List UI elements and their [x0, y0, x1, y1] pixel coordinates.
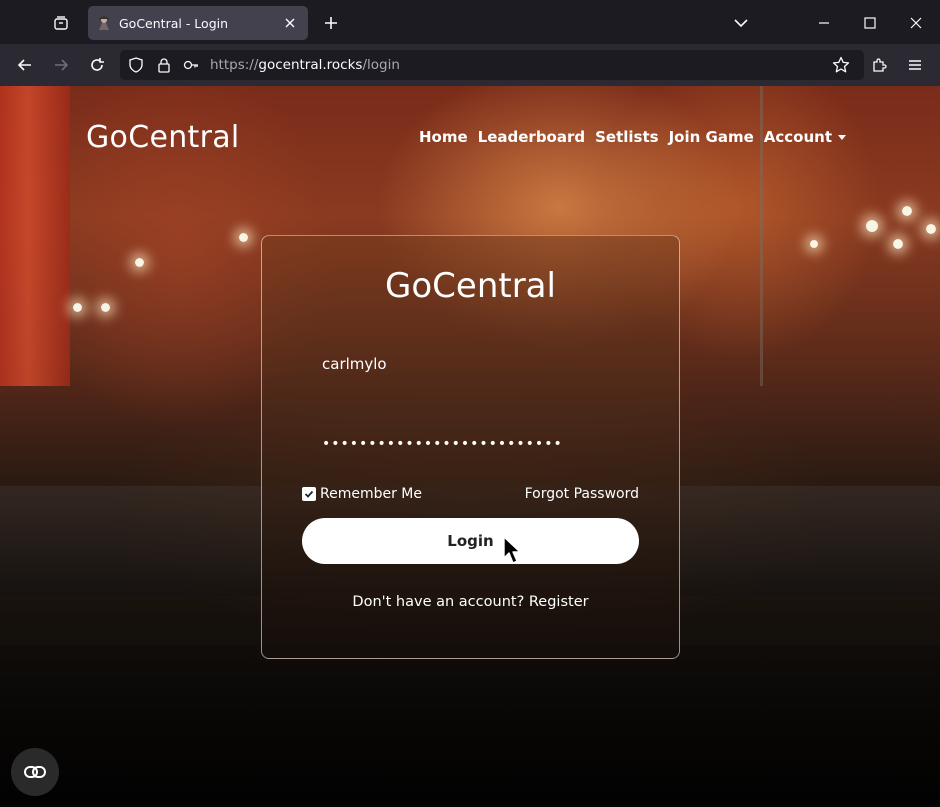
remember-label: Remember Me	[320, 486, 422, 502]
chevron-down-icon[interactable]	[728, 10, 754, 36]
background-curtain	[0, 86, 70, 386]
forgot-password-link[interactable]: Forgot Password	[525, 486, 639, 502]
arrow-right-icon[interactable]	[47, 51, 75, 79]
close-icon[interactable]	[903, 10, 929, 36]
floating-link-button[interactable]	[11, 748, 59, 796]
url-bar[interactable]: https://gocentral.rocks/login	[120, 50, 864, 80]
browser-titlebar: GoCentral - Login	[0, 0, 940, 44]
stage-light	[866, 220, 878, 232]
link-icon	[24, 766, 46, 778]
remember-me[interactable]: Remember Me	[302, 486, 422, 502]
username-input[interactable]	[302, 344, 640, 384]
password-input[interactable]	[302, 424, 640, 464]
tab-list-icon[interactable]	[46, 8, 76, 38]
nav-join-game[interactable]: Join Game	[669, 128, 754, 146]
url-text: https://gocentral.rocks/login	[210, 57, 400, 73]
star-icon[interactable]	[832, 56, 850, 74]
remember-checkbox[interactable]	[302, 487, 316, 501]
nav-account-label: Account	[763, 128, 832, 146]
page-viewport: GoCentral Home Leaderboard Setlists Join…	[0, 86, 940, 807]
stage-light	[926, 224, 936, 234]
background-crowd	[0, 646, 940, 807]
stage-light	[810, 240, 818, 248]
login-card: GoCentral Remember Me Forgot Password Lo…	[261, 235, 680, 659]
mouse-cursor-icon	[503, 536, 521, 564]
browser-tab[interactable]: GoCentral - Login	[88, 6, 308, 40]
login-title: GoCentral	[385, 266, 556, 306]
guitarist-favicon-icon	[96, 15, 112, 31]
site-logo[interactable]: GoCentral	[86, 120, 240, 155]
browser-toolbar: https://gocentral.rocks/login	[0, 44, 940, 86]
checkmark-icon	[304, 490, 314, 498]
login-button[interactable]: Login	[302, 518, 639, 564]
puzzle-icon[interactable]	[865, 51, 893, 79]
stage-light	[902, 206, 912, 216]
nav-account[interactable]: Account	[764, 128, 846, 146]
arrow-left-icon[interactable]	[11, 51, 39, 79]
tab-title: GoCentral - Login	[119, 15, 229, 31]
main-nav: Home Leaderboard Setlists Join Game Acco…	[419, 128, 846, 146]
lock-icon[interactable]	[156, 57, 172, 73]
stage-light	[239, 233, 248, 242]
plus-icon[interactable]	[318, 10, 344, 36]
nav-setlists[interactable]: Setlists	[595, 128, 658, 146]
caret-down-icon	[838, 134, 846, 140]
close-icon[interactable]	[280, 13, 300, 33]
shield-icon[interactable]	[128, 57, 144, 73]
stage-light	[101, 303, 110, 312]
hamburger-icon[interactable]	[901, 51, 929, 79]
stage-light	[893, 239, 903, 249]
nav-leaderboard[interactable]: Leaderboard	[478, 128, 585, 146]
stage-light	[73, 303, 82, 312]
minimize-icon[interactable]	[811, 10, 837, 36]
nav-home[interactable]: Home	[419, 128, 468, 146]
maximize-icon[interactable]	[857, 10, 883, 36]
reload-icon[interactable]	[83, 51, 111, 79]
key-icon[interactable]	[183, 57, 199, 73]
register-link[interactable]: Don't have an account? Register	[262, 594, 679, 610]
stage-light	[135, 258, 144, 267]
